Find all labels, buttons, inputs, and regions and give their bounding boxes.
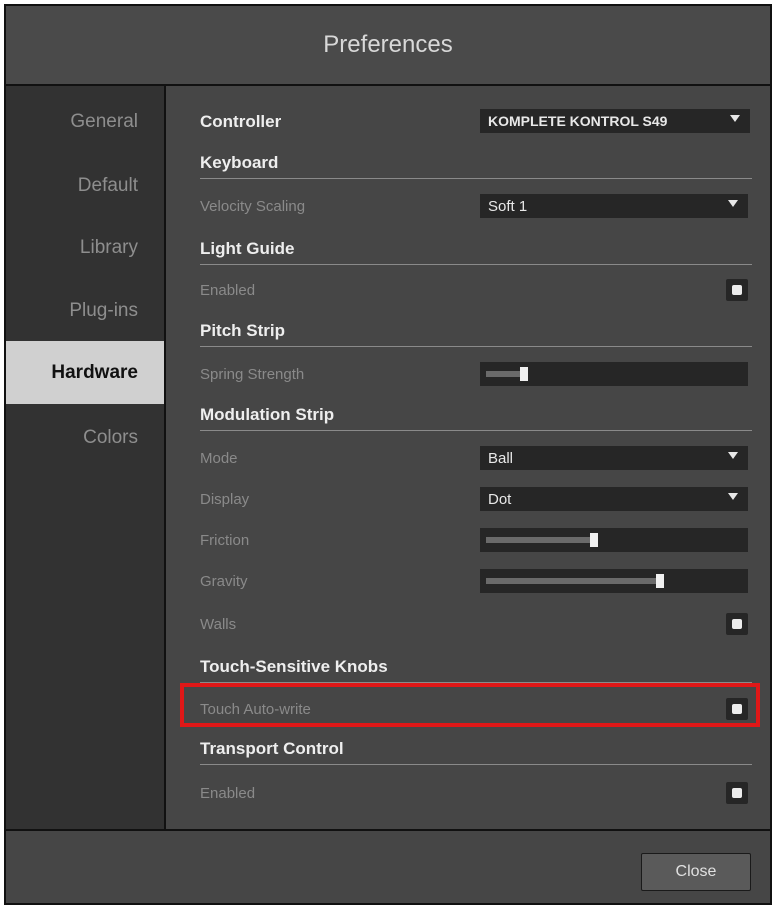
display-value: Dot bbox=[488, 490, 512, 508]
friction-label: Friction bbox=[200, 532, 250, 549]
slider-track bbox=[486, 371, 524, 377]
checkbox-fill bbox=[732, 285, 742, 295]
section-title: Modulation Strip bbox=[200, 405, 335, 424]
chevron-down-icon bbox=[728, 452, 738, 459]
chevron-down-icon bbox=[728, 200, 738, 207]
sidebar-item-label: Plug-ins bbox=[69, 299, 138, 321]
sidebar-item-colors[interactable]: Colors bbox=[6, 406, 164, 469]
mode-row: Mode Ball bbox=[200, 446, 752, 470]
title-bar: Preferences bbox=[6, 6, 770, 86]
close-button-label: Close bbox=[675, 863, 717, 880]
chevron-down-icon bbox=[728, 493, 738, 500]
sidebar-item-label: General bbox=[70, 110, 138, 132]
display-dropdown[interactable]: Dot bbox=[480, 487, 748, 511]
sidebar-item-label: Default bbox=[77, 174, 138, 196]
display-label: Display bbox=[200, 491, 250, 508]
slider-track bbox=[486, 537, 594, 543]
velocity-scaling-row: Velocity Scaling Soft 1 bbox=[200, 194, 752, 218]
velocity-scaling-label: Velocity Scaling bbox=[200, 198, 306, 215]
display-row: Display Dot bbox=[200, 487, 752, 511]
highlight-box bbox=[180, 683, 760, 727]
transport-enabled-checkbox[interactable] bbox=[726, 782, 748, 804]
controller-row: Controller KOMPLETE KONTROL S49 bbox=[200, 108, 752, 134]
checkbox-fill bbox=[732, 619, 742, 629]
section-title: Light Guide bbox=[200, 239, 295, 258]
section-title: Pitch Strip bbox=[200, 321, 286, 340]
gravity-row: Gravity bbox=[200, 569, 752, 593]
footer-bar: Close bbox=[6, 829, 770, 903]
spring-strength-row: Spring Strength bbox=[200, 362, 752, 386]
sidebar-item-hardware[interactable]: Hardware bbox=[6, 341, 164, 404]
slider-handle[interactable] bbox=[520, 367, 528, 381]
sidebar-item-label: Colors bbox=[83, 426, 138, 448]
walls-label: Walls bbox=[200, 616, 237, 633]
friction-row: Friction bbox=[200, 528, 752, 552]
transport-enabled-label: Enabled bbox=[200, 785, 256, 802]
mode-label: Mode bbox=[200, 450, 238, 467]
slider-handle[interactable] bbox=[590, 533, 598, 547]
sidebar-item-default[interactable]: Default bbox=[6, 154, 164, 217]
velocity-scaling-value: Soft 1 bbox=[488, 197, 528, 215]
mode-value: Ball bbox=[488, 449, 514, 467]
walls-row: Walls bbox=[200, 612, 752, 636]
sidebar-item-plugins[interactable]: Plug-ins bbox=[6, 279, 164, 342]
velocity-scaling-dropdown[interactable]: Soft 1 bbox=[480, 194, 748, 218]
transport-enabled-row: Enabled bbox=[200, 781, 752, 805]
walls-checkbox[interactable] bbox=[726, 613, 748, 635]
controller-value: KOMPLETE KONTROL S49 bbox=[488, 113, 668, 129]
light-guide-enabled-label: Enabled bbox=[200, 282, 256, 299]
sidebar-item-label: Hardware bbox=[51, 361, 138, 383]
slider-handle[interactable] bbox=[656, 574, 664, 588]
controller-label: Controller bbox=[200, 112, 282, 131]
gravity-label: Gravity bbox=[200, 573, 248, 590]
checkbox-fill bbox=[732, 788, 742, 798]
spring-strength-slider[interactable] bbox=[480, 362, 748, 386]
sidebar-item-library[interactable]: Library bbox=[6, 216, 164, 279]
slider-track bbox=[486, 578, 660, 584]
section-pitch-strip: Pitch Strip bbox=[200, 316, 752, 347]
spring-strength-label: Spring Strength bbox=[200, 366, 305, 383]
section-title: Keyboard bbox=[200, 153, 279, 172]
preferences-window: Preferences General Default Library Plug… bbox=[4, 4, 772, 905]
section-touch-sensitive-knobs: Touch-Sensitive Knobs bbox=[200, 652, 752, 683]
mode-dropdown[interactable]: Ball bbox=[480, 446, 748, 470]
friction-slider[interactable] bbox=[480, 528, 748, 552]
light-guide-enabled-checkbox[interactable] bbox=[726, 279, 748, 301]
gravity-slider[interactable] bbox=[480, 569, 748, 593]
section-title: Touch-Sensitive Knobs bbox=[200, 657, 388, 676]
section-keyboard: Keyboard bbox=[200, 148, 752, 179]
section-transport-control: Transport Control bbox=[200, 734, 752, 765]
controller-dropdown[interactable]: KOMPLETE KONTROL S49 bbox=[480, 109, 750, 133]
sidebar: General Default Library Plug-ins Hardwar… bbox=[6, 86, 166, 831]
sidebar-item-label: Library bbox=[79, 236, 138, 258]
sidebar-item-general[interactable]: General bbox=[6, 90, 164, 153]
close-button[interactable]: Close bbox=[641, 853, 751, 891]
chevron-down-icon bbox=[730, 115, 740, 122]
section-light-guide: Light Guide bbox=[200, 234, 752, 265]
light-guide-enabled-row: Enabled bbox=[200, 278, 752, 302]
window-title: Preferences bbox=[323, 31, 453, 58]
section-modulation-strip: Modulation Strip bbox=[200, 400, 752, 431]
section-title: Transport Control bbox=[200, 739, 344, 758]
